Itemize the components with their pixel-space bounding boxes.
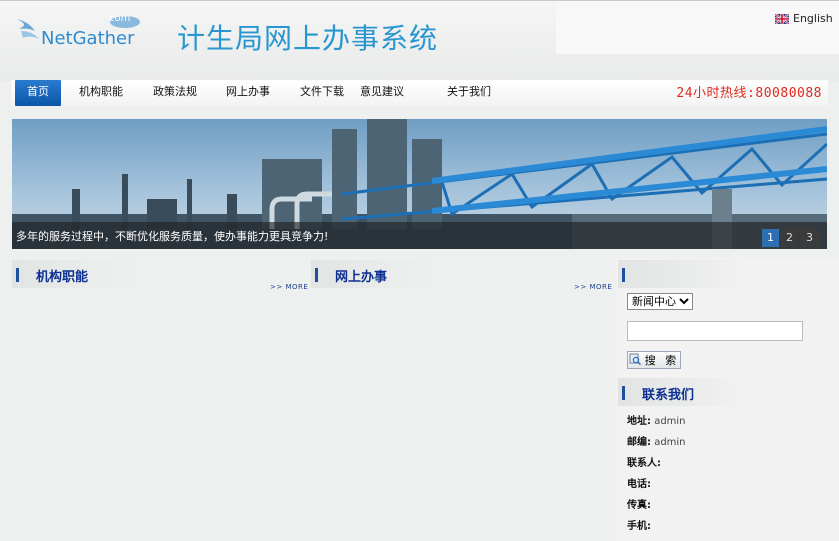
nav-item-functions[interactable]: 机构职能 bbox=[73, 80, 129, 106]
contact-value: admin bbox=[654, 437, 686, 448]
banner-caption-bar: 多年的服务过程中，不断优化服务质量，使办事能力更具竞争力! bbox=[12, 222, 827, 249]
contact-label: 地址: bbox=[627, 416, 651, 427]
section-header-contact: 联系我们 bbox=[618, 378, 746, 406]
section-title-online-services: 网上办事 bbox=[335, 270, 388, 285]
site-header: com NetGather 计生局网上办事系统 English bbox=[0, 0, 839, 81]
section-title-functions: 机构职能 bbox=[36, 270, 89, 285]
nav-item-online-services[interactable]: 网上办事 bbox=[220, 80, 276, 106]
section-bar-icon bbox=[622, 386, 625, 400]
language-switch[interactable]: English bbox=[774, 12, 833, 25]
contact-mobile: 手机: bbox=[627, 517, 651, 532]
nav-item-downloads[interactable]: 文件下载 bbox=[294, 80, 350, 106]
search-icon bbox=[629, 353, 641, 368]
search-button-label: 搜 索 bbox=[644, 354, 680, 367]
contact-label: 手机: bbox=[627, 521, 651, 532]
slide-button-1[interactable]: 1 bbox=[762, 229, 779, 247]
nav-item-policies[interactable]: 政策法规 bbox=[147, 80, 203, 106]
section-bar-icon bbox=[622, 268, 625, 282]
contact-label: 电话: bbox=[627, 479, 651, 490]
more-link-online-services[interactable]: >> MORE bbox=[574, 283, 612, 291]
logo-suffix: com bbox=[109, 13, 131, 24]
search-button[interactable]: 搜 索 bbox=[627, 351, 681, 369]
netgather-logo[interactable]: com NetGather bbox=[15, 13, 145, 57]
section-header-search bbox=[618, 260, 746, 288]
nav-item-about-us[interactable]: 关于我们 bbox=[441, 80, 497, 106]
section-bar-icon bbox=[16, 268, 19, 282]
search-input[interactable] bbox=[627, 321, 803, 341]
nav-item-suggestions[interactable]: 意见建议 bbox=[354, 80, 410, 106]
contact-postcode: 邮编: admin bbox=[627, 433, 686, 448]
search-category-select[interactable]: 新闻中心 bbox=[627, 293, 693, 310]
contact-label: 传真: bbox=[627, 500, 651, 511]
banner-slideshow[interactable]: 多年的服务过程中，不断优化服务质量，使办事能力更具竞争力! bbox=[12, 119, 827, 249]
banner-caption-text: 多年的服务过程中，不断优化服务质量，使办事能力更具竞争力! bbox=[16, 230, 329, 243]
contact-fax: 传真: bbox=[627, 496, 651, 511]
section-bar-icon bbox=[315, 268, 318, 282]
section-header-online-services: 网上办事 bbox=[311, 260, 439, 288]
main-nav: 首页 机构职能 政策法规 网上办事 文件下载 意见建议 关于我们 24小时热线:… bbox=[11, 80, 828, 106]
contact-phone: 电话: bbox=[627, 475, 651, 490]
contact-label: 邮编: bbox=[627, 437, 651, 448]
contact-person: 联系人: bbox=[627, 454, 661, 469]
slide-button-2[interactable]: 2 bbox=[781, 229, 798, 247]
site-title: 计生局网上办事系统 bbox=[177, 22, 439, 55]
language-link[interactable]: English bbox=[793, 12, 833, 25]
section-title-contact: 联系我们 bbox=[642, 388, 695, 403]
contact-value: admin bbox=[654, 416, 686, 427]
nav-item-home[interactable]: 首页 bbox=[15, 80, 61, 106]
contact-label: 联系人: bbox=[627, 458, 661, 469]
uk-flag-icon bbox=[774, 12, 790, 25]
more-link-functions[interactable]: >> MORE bbox=[270, 283, 308, 291]
section-header-functions: 机构职能 bbox=[12, 260, 140, 288]
slide-button-3[interactable]: 3 bbox=[801, 229, 818, 247]
header-right-panel bbox=[556, 1, 839, 54]
hotline-text: 24小时热线:80080088 bbox=[676, 86, 822, 101]
logo-text: NetGather bbox=[41, 28, 135, 49]
contact-address: 地址: admin bbox=[627, 412, 686, 427]
